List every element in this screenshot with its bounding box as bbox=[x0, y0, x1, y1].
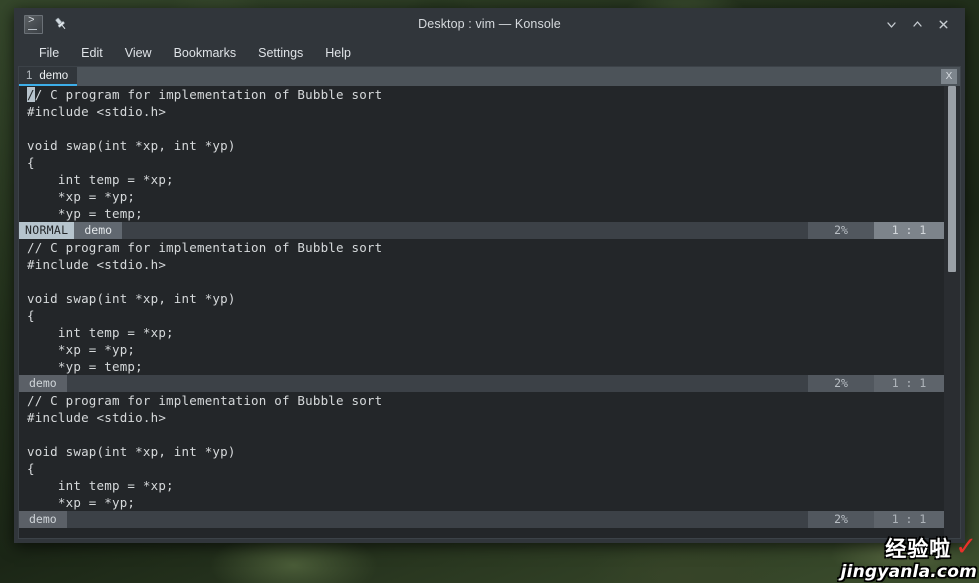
code-line: // C program for implementation of Bubbl… bbox=[27, 240, 383, 255]
scrollbar-thumb[interactable] bbox=[948, 86, 956, 272]
vim-pane-bottom[interactable]: // C program for implementation of Bubbl… bbox=[19, 392, 944, 511]
watermark: 经验啦 ✓ jingyanla.com bbox=[840, 533, 977, 582]
code-line-rest: / C program for implementation of Bubble… bbox=[34, 87, 383, 102]
code-line: { bbox=[27, 155, 35, 170]
tab-demo[interactable]: 1 demo bbox=[19, 67, 78, 86]
code-line: *yp = temp; bbox=[27, 359, 143, 374]
code-line: #include <stdio.h> bbox=[27, 410, 167, 425]
code-line: // C program for implementation of Bubbl… bbox=[27, 86, 944, 103]
close-tab-icon: X bbox=[941, 69, 957, 84]
tab-label: demo bbox=[39, 69, 69, 82]
tab-close-button[interactable]: X bbox=[938, 67, 960, 86]
titlebar-left-icons bbox=[14, 14, 69, 34]
code-line: int temp = *xp; bbox=[27, 172, 174, 187]
terminal-area: 1 demo X // C program for implementation… bbox=[18, 66, 961, 539]
vim-cursor: / bbox=[27, 87, 35, 102]
menubar: File Edit View Bookmarks Settings Help bbox=[14, 40, 965, 66]
menu-item-view[interactable]: View bbox=[116, 43, 161, 63]
code-line: *xp = *yp; bbox=[27, 342, 136, 357]
window-controls bbox=[879, 13, 965, 35]
code-line: *yp = temp; bbox=[27, 206, 143, 221]
code-line: #include <stdio.h> bbox=[27, 257, 167, 272]
code-line: int temp = *xp; bbox=[27, 478, 174, 493]
menu-item-edit[interactable]: Edit bbox=[72, 43, 112, 63]
code-line: { bbox=[27, 461, 35, 476]
watermark-url: jingyanla.com bbox=[840, 562, 977, 582]
statusline-gap bbox=[66, 511, 808, 528]
menu-item-bookmarks[interactable]: Bookmarks bbox=[165, 43, 246, 63]
code-line: int temp = *xp; bbox=[27, 325, 174, 340]
tab-number: 1 bbox=[26, 69, 33, 82]
menu-item-settings[interactable]: Settings bbox=[249, 43, 312, 63]
vim-statusline-bottom: demo 2% 1 : 1 bbox=[19, 511, 944, 528]
tab-bar-filler bbox=[77, 67, 938, 86]
window-title: Desktop : vim — Konsole bbox=[418, 17, 561, 31]
statusline-position: 1 : 1 bbox=[874, 222, 944, 239]
menu-item-help[interactable]: Help bbox=[316, 43, 360, 63]
code-line: void swap(int *xp, int *yp) bbox=[27, 138, 236, 153]
menu-item-file[interactable]: File bbox=[30, 43, 68, 63]
panes-and-scrollbar: // C program for implementation of Bubbl… bbox=[19, 86, 960, 538]
code-line: *xp = *yp; bbox=[27, 189, 136, 204]
vim-statusline-top: NORMAL demo 2% 1 : 1 bbox=[19, 222, 944, 239]
vim-panes[interactable]: // C program for implementation of Bubbl… bbox=[19, 86, 944, 538]
maximize-button[interactable] bbox=[905, 13, 929, 35]
code-line: #include <stdio.h> bbox=[27, 104, 167, 119]
statusline-percent: 2% bbox=[808, 511, 874, 528]
statusline-percent: 2% bbox=[808, 222, 874, 239]
statusline-filename: demo bbox=[19, 375, 67, 392]
konsole-window: Desktop : vim — Konsole File Edit View B… bbox=[14, 8, 965, 543]
konsole-icon[interactable] bbox=[24, 14, 43, 34]
statusline-gap bbox=[66, 375, 808, 392]
statusline-percent: 2% bbox=[808, 375, 874, 392]
terminal-scrollbar[interactable] bbox=[944, 86, 960, 538]
statusline-mode: NORMAL bbox=[19, 222, 75, 239]
code-line: // C program for implementation of Bubbl… bbox=[27, 393, 383, 408]
statusline-position: 1 : 1 bbox=[874, 375, 944, 392]
minimize-button[interactable] bbox=[879, 13, 903, 35]
statusline-filename: demo bbox=[19, 511, 67, 528]
code-line: *xp = *yp; bbox=[27, 495, 136, 510]
pin-icon[interactable] bbox=[53, 16, 69, 32]
close-button[interactable] bbox=[931, 13, 955, 35]
code-line: void swap(int *xp, int *yp) bbox=[27, 444, 236, 459]
window-titlebar[interactable]: Desktop : vim — Konsole bbox=[14, 8, 965, 40]
vim-pane-top[interactable]: // C program for implementation of Bubbl… bbox=[19, 86, 944, 222]
vim-statusline-middle: demo 2% 1 : 1 bbox=[19, 375, 944, 392]
vim-pane-middle[interactable]: // C program for implementation of Bubbl… bbox=[19, 239, 944, 375]
code-line: { bbox=[27, 308, 35, 323]
statusline-filename: demo bbox=[74, 222, 123, 239]
statusline-gap bbox=[122, 222, 808, 239]
code-line: void swap(int *xp, int *yp) bbox=[27, 291, 236, 306]
tab-bar: 1 demo X bbox=[19, 67, 960, 86]
statusline-position: 1 : 1 bbox=[874, 511, 944, 528]
